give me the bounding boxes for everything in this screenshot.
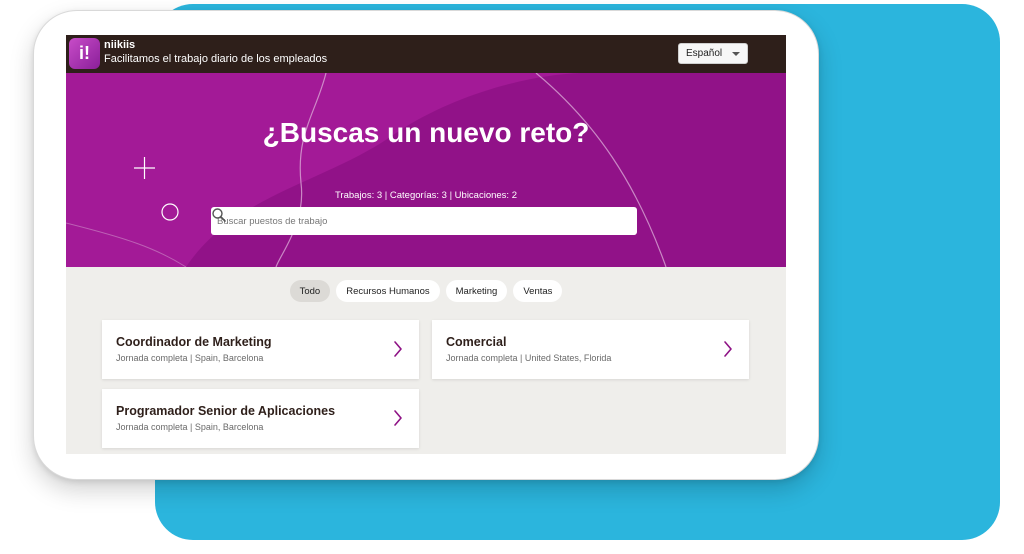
job-meta: Jornada completa | Spain, Barcelona: [116, 353, 264, 363]
job-title: Programador Senior de Aplicaciones: [116, 404, 336, 418]
filter-chip-marketing[interactable]: Marketing: [445, 280, 508, 302]
job-search-box: [211, 207, 637, 235]
job-card[interactable]: Programador Senior de Aplicaciones Jorna…: [102, 389, 419, 448]
job-title: Comercial: [446, 335, 507, 349]
search-icon[interactable]: [211, 207, 227, 223]
hero-stats: Trabajos: 3 | Categorías: 3 | Ubicacione…: [334, 190, 517, 201]
chevron-right-icon: [394, 341, 402, 357]
filter-chip-recursos-humanos[interactable]: Recursos Humanos: [336, 280, 440, 302]
stage: i! niikiis Facilitamos el trabajo diario…: [0, 0, 1024, 554]
filter-chip-todo[interactable]: Todo: [289, 280, 331, 302]
job-card[interactable]: Comercial Jornada completa | United Stat…: [432, 320, 749, 379]
chevron-down-icon: [732, 52, 740, 56]
job-card[interactable]: Coordinador de Marketing Jornada complet…: [102, 320, 419, 379]
chevron-right-icon: [724, 341, 732, 357]
chevron-right-icon: [394, 410, 402, 426]
language-select[interactable]: Español: [678, 43, 748, 64]
language-select-value: Español: [686, 48, 723, 59]
job-meta: Jornada completa | United States, Florid…: [446, 353, 612, 363]
hero-decoration: [66, 73, 786, 267]
brand-tagline: Facilitamos el trabajo diario de los emp…: [104, 53, 328, 65]
hero-banner: ¿Buscas un nuevo reto? Trabajos: 3 | Cat…: [66, 73, 786, 267]
brand-name: niikiis: [104, 39, 136, 51]
app-screen: i! niikiis Facilitamos el trabajo diario…: [66, 35, 786, 454]
niikiis-logo[interactable]: i!: [69, 38, 100, 69]
job-title: Coordinador de Marketing: [116, 335, 272, 349]
category-filters: Todo Recursos Humanos Marketing Ventas: [66, 280, 786, 302]
hero-title: ¿Buscas un nuevo reto?: [262, 117, 590, 148]
filter-chip-ventas[interactable]: Ventas: [513, 280, 563, 302]
job-search-input[interactable]: [217, 211, 607, 231]
job-meta: Jornada completa | Spain, Barcelona: [116, 422, 264, 432]
top-bar: i! niikiis Facilitamos el trabajo diario…: [66, 35, 786, 73]
